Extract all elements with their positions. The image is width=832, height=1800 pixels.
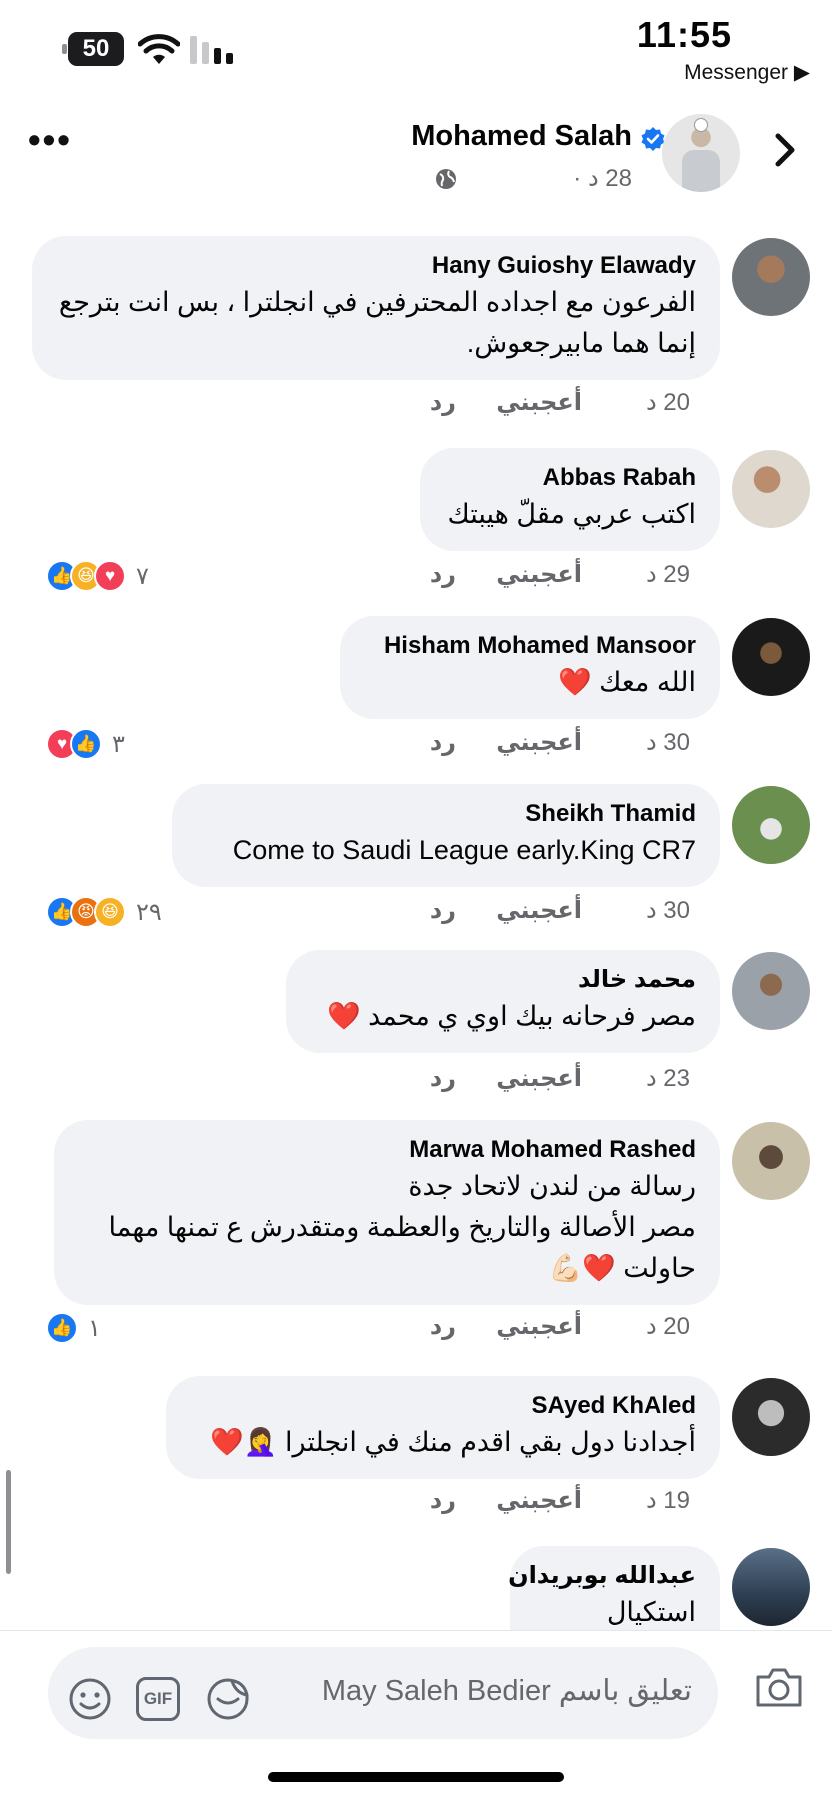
like-button[interactable]: أعجبني <box>496 1486 582 1515</box>
love-reaction-icon: ♥ <box>94 560 126 592</box>
reply-button[interactable]: رد <box>430 1064 456 1093</box>
comment-author[interactable]: Marwa Mohamed Rashed <box>78 1134 696 1166</box>
like-button[interactable]: أعجبني <box>496 896 582 925</box>
avatar[interactable] <box>732 786 810 864</box>
comment-actions: 20 د أعجبني رد <box>0 388 832 428</box>
comment-bubble[interactable]: Marwa Mohamed Rashed رسالة من لندن لاتحا… <box>54 1120 720 1305</box>
comment-author[interactable]: Abbas Rabah <box>444 462 696 494</box>
comments-list: Hany Guioshy Elawady الفرعون مع اجداده ا… <box>0 230 832 1630</box>
comment-text: اكتب عربي مقلّ هيبتك <box>447 499 696 529</box>
status-time: 11:55 <box>636 14 732 55</box>
comment-time: 20 د <box>645 1313 690 1340</box>
comment-input[interactable]: GIF تعليق باسم May Saleh Bedier <box>48 1647 718 1739</box>
comment-actions: 30 د أعجبني رد ♥ 👍 ٣ <box>0 728 832 768</box>
comment-time: 20 د <box>645 389 690 416</box>
comment-actions: 30 د أعجبني رد 👍 😡 😆 ٢٩ <box>0 896 832 936</box>
reaction-summary[interactable]: 👍 😆 ♥ ٧ <box>46 558 149 594</box>
reaction-count: ٣ <box>112 730 125 758</box>
battery-level: 50 <box>68 32 124 66</box>
reaction-count: ٢٩ <box>136 898 162 926</box>
like-button[interactable]: أعجبني <box>496 560 582 589</box>
reaction-summary[interactable]: 👍 😡 😆 ٢٩ <box>46 894 162 930</box>
sticker-icon[interactable] <box>206 1677 250 1721</box>
emoji-icon[interactable] <box>68 1677 112 1721</box>
globe-icon <box>436 169 456 189</box>
comment-bubble[interactable]: محمد خالد مصر فرحانه بيك اوي ي محمد ❤️ <box>286 950 720 1053</box>
status-bar: 50 11:55 Messenger ▶ <box>0 0 832 90</box>
comment-author[interactable]: Hany Guioshy Elawady <box>56 250 696 282</box>
avatar[interactable] <box>732 1122 810 1200</box>
like-reaction-icon: 👍 <box>70 728 102 760</box>
comment-bubble[interactable]: Abbas Rabah اكتب عربي مقلّ هيبتك <box>420 448 720 551</box>
comment-text: الفرعون مع اجداده المحترفين في انجلترا ،… <box>58 287 696 358</box>
like-button[interactable]: أعجبني <box>496 728 582 757</box>
reply-button[interactable]: رد <box>430 896 456 925</box>
comment-bubble[interactable]: SAyed KhAled أجدادنا دول بقي اقدم منك في… <box>166 1376 720 1479</box>
avatar[interactable] <box>732 1378 810 1456</box>
gif-icon[interactable]: GIF <box>136 1677 180 1721</box>
scroll-indicator[interactable] <box>6 1470 11 1574</box>
cellular-signal-icon <box>190 36 233 64</box>
comment-time: 19 د <box>645 1487 690 1514</box>
comment-text: رسالة من لندن لاتحاد جدة مصر الأصالة وال… <box>108 1171 696 1283</box>
reaction-count: ١ <box>88 1314 101 1342</box>
reply-button[interactable]: رد <box>430 1312 456 1341</box>
comment-text: استكيال رسمي <box>606 1597 696 1627</box>
avatar[interactable] <box>732 618 810 696</box>
comment-author[interactable]: Sheikh Thamid <box>196 798 696 830</box>
like-reaction-icon: 👍 <box>46 1312 78 1344</box>
comment-actions: 29 د أعجبني رد 👍 😆 ♥ ٧ <box>0 560 832 600</box>
avatar[interactable] <box>732 238 810 316</box>
like-button[interactable]: أعجبني <box>496 1064 582 1093</box>
comment-time: 29 د <box>645 561 690 588</box>
more-options-icon[interactable]: ••• <box>28 122 70 158</box>
haha-reaction-icon: 😆 <box>94 896 126 928</box>
reply-button[interactable]: رد <box>430 560 456 589</box>
avatar[interactable] <box>732 952 810 1030</box>
comment-bubble[interactable]: Hisham Mohamed Mansoor الله معك ❤️ <box>340 616 720 719</box>
wifi-icon <box>138 34 180 64</box>
comment-author[interactable]: عبدالله بوبريدان <box>508 1560 696 1592</box>
reaction-summary[interactable]: 👍 ١ <box>46 1310 101 1346</box>
comment-time: 23 د <box>645 1065 690 1092</box>
reply-button[interactable]: رد <box>430 388 456 417</box>
reaction-summary[interactable]: ♥ 👍 ٣ <box>46 726 125 762</box>
comment-text: الله معك ❤️ <box>557 667 696 697</box>
comment-text: مصر فرحانه بيك اوي ي محمد ❤️ <box>326 1001 696 1031</box>
comment-composer: GIF تعليق باسم May Saleh Bedier <box>0 1630 832 1770</box>
home-indicator[interactable] <box>268 1772 564 1782</box>
battery-icon: 50 <box>62 32 124 66</box>
comment-actions: 23 د أعجبني رد <box>0 1064 832 1104</box>
comment-text: Come to Saudi League early.King CR7 <box>232 835 696 865</box>
comment-actions: 19 د أعجبني رد <box>0 1486 832 1526</box>
comment-time: 30 د <box>645 897 690 924</box>
comment-text: أجدادنا دول بقي اقدم منك في انجلترا 🤦‍♀️… <box>210 1427 696 1457</box>
reply-button[interactable]: رد <box>430 1486 456 1515</box>
comment-author[interactable]: SAyed KhAled <box>190 1390 696 1422</box>
page-avatar[interactable] <box>662 114 740 192</box>
chevron-right-icon[interactable] <box>770 132 800 168</box>
comment-input-placeholder: تعليق باسم May Saleh Bedier <box>321 1675 692 1707</box>
camera-icon[interactable] <box>754 1665 804 1709</box>
avatar[interactable] <box>732 1548 810 1626</box>
like-button[interactable]: أعجبني <box>496 1312 582 1341</box>
comment-bubble[interactable]: عبدالله بوبريدان استكيال رسمي <box>508 1546 720 1630</box>
comment-bubble[interactable]: Hany Guioshy Elawady الفرعون مع اجداده ا… <box>32 236 720 380</box>
post-header: ••• Mohamed Salah 28 د · <box>0 100 832 200</box>
avatar[interactable] <box>732 450 810 528</box>
comment-time: 30 د <box>645 729 690 756</box>
like-button[interactable]: أعجبني <box>496 388 582 417</box>
back-to-messenger-link[interactable]: Messenger ▶ <box>684 60 810 85</box>
reaction-count: ٧ <box>136 562 149 590</box>
comment-author[interactable]: Hisham Mohamed Mansoor <box>364 630 696 662</box>
comment-author[interactable]: محمد خالد <box>310 964 696 996</box>
comment-bubble[interactable]: Sheikh Thamid Come to Saudi League early… <box>172 784 720 887</box>
comment-actions: 20 د أعجبني رد 👍 ١ <box>0 1312 832 1352</box>
post-time: 28 د · <box>573 165 632 192</box>
page-title[interactable]: Mohamed Salah <box>411 120 632 153</box>
reply-button[interactable]: رد <box>430 728 456 757</box>
